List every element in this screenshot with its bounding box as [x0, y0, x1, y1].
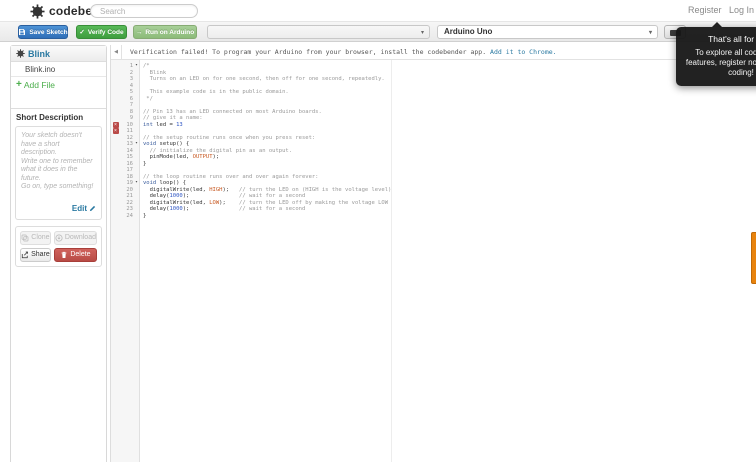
pencil-icon [89, 205, 96, 212]
project-name-link[interactable]: Blink [28, 49, 50, 59]
plus-icon: + [16, 79, 22, 90]
sidebar: Blink Blink.ino + Add File Short Descrip… [10, 45, 107, 462]
error-marker-icon[interactable]: × [112, 121, 119, 128]
share-button[interactable]: Share [20, 247, 51, 262]
gutter-error-cell [111, 213, 120, 220]
download-button[interactable]: Download [53, 230, 97, 245]
share-label: Share [31, 251, 50, 258]
notification-bar: ◀ Verification failed! To program your A… [111, 45, 756, 60]
port-select[interactable]: ▾ [207, 25, 430, 39]
board-select-value: Arduino Uno [444, 27, 493, 36]
download-label: Download [64, 234, 96, 241]
code-area: 1 ▾/* 2 Blink 3 Turns on an LED on for one … [111, 60, 756, 462]
code-editor[interactable]: 1 ▾/* 2 Blink 3 Turns on an LED on for one … [111, 63, 756, 219]
tooltip-title: That's all for now. [708, 34, 756, 44]
save-sketch-button[interactable]: Save Sketch [18, 25, 68, 39]
download-icon [55, 234, 63, 242]
run-on-arduino-label: Run on Arduino [145, 28, 195, 36]
delete-button[interactable]: Delete [53, 247, 97, 262]
codebender-app: codebender Register Log In Save Sketch ✓… [0, 0, 756, 462]
line-number: 24 [126, 212, 133, 219]
editor-pane: ◀ Verification failed! To program your A… [110, 45, 756, 462]
code-text: } [143, 212, 147, 219]
verify-code-label: Verify Code [87, 28, 124, 36]
tooltip-body: To explore all codebender features, regi… [685, 48, 756, 77]
code-text: Turns on an LED on for one second, then … [143, 76, 385, 82]
trash-icon [60, 251, 68, 259]
sidebar-divider [11, 92, 106, 109]
save-floppy-icon [18, 28, 26, 36]
short-description-placeholder: Your sketch doesn't have a short descrip… [21, 132, 94, 190]
caret-down-icon: ▾ [648, 30, 652, 36]
code-text: pinMode(led, OUTPUT); [143, 154, 220, 160]
toolbar: Save Sketch ✓ Verify Code → Run on Ardui… [0, 22, 756, 42]
verification-failed-message: Verification failed! To program your Ard… [130, 48, 487, 56]
add-to-chrome-link[interactable]: Add it to Chrome. [490, 48, 557, 56]
project-header[interactable]: Blink [11, 46, 106, 62]
caret-down-icon: ▾ [420, 30, 424, 36]
run-on-arduino-button[interactable]: → Run on Arduino [133, 25, 197, 39]
code-text: int led = 13 [143, 121, 183, 128]
top-header: codebender Register Log In [0, 0, 756, 22]
project-gear-icon [16, 49, 25, 58]
code-text: delay(1000); // wait for a second [143, 206, 306, 212]
register-link[interactable]: Register [688, 5, 722, 15]
check-icon: ✓ [79, 29, 85, 36]
file-item-blink-ino[interactable]: Blink.ino [11, 62, 106, 77]
gutter-fold-cell [133, 213, 140, 220]
codebender-gear-logo-icon [30, 4, 45, 19]
clone-label: Clone [31, 234, 50, 241]
onboarding-tooltip: That's all for now. To explore all codeb… [676, 22, 756, 86]
search-input[interactable] [90, 4, 198, 18]
edit-description-link[interactable]: Edit [72, 204, 96, 213]
collapse-notification-button[interactable]: ◀ [111, 45, 122, 59]
project-actions: Clone Download Share Delete [15, 225, 102, 267]
short-description-label: Short Description [16, 113, 84, 122]
board-select[interactable]: Arduino Uno ▾ [437, 25, 658, 39]
error-marker-icon[interactable]: × [112, 128, 119, 134]
clone-button[interactable]: Clone [20, 230, 51, 245]
short-description-box[interactable]: Your sketch doesn't have a short descrip… [15, 126, 102, 220]
add-file-label: Add File [23, 79, 56, 90]
code-line: 24} [111, 213, 756, 220]
tooltip-arrow-up-icon [712, 22, 722, 27]
chevron-left-icon: ◀ [114, 49, 118, 55]
share-icon [21, 251, 29, 259]
add-file-button[interactable]: + Add File [11, 77, 106, 92]
delete-label: Delete [70, 251, 91, 258]
feedback-tab[interactable] [751, 232, 756, 284]
clone-icon [21, 234, 29, 242]
verify-code-button[interactable]: ✓ Verify Code [76, 25, 127, 39]
login-link[interactable]: Log In [729, 5, 754, 15]
save-sketch-label: Save Sketch [29, 28, 68, 36]
edit-label: Edit [71, 203, 87, 213]
code-text: This example code is in the public domai… [143, 89, 289, 95]
arrow-right-icon: → [135, 28, 143, 36]
file-name: Blink.ino [25, 65, 56, 74]
